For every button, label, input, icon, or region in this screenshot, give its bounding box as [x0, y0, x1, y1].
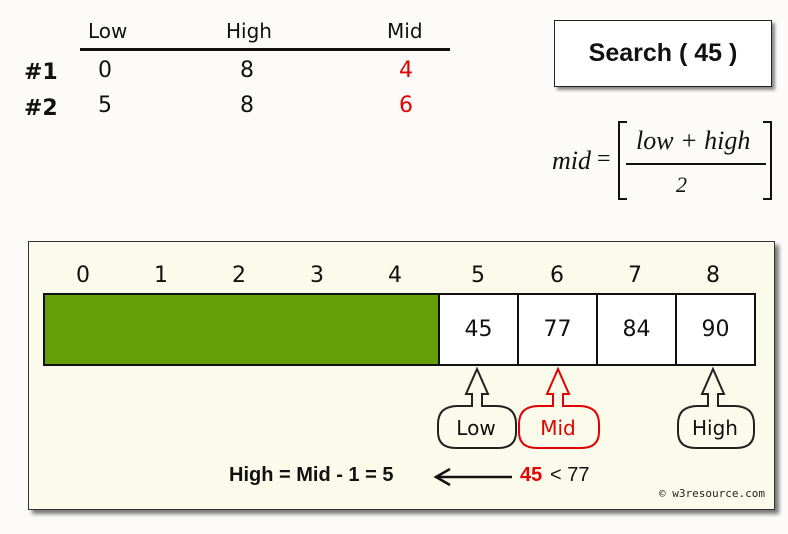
array-index: 7 — [628, 263, 642, 288]
array-cell: 77 — [517, 293, 598, 366]
search-target: 45 — [520, 464, 543, 486]
header-mid: Mid — [387, 19, 423, 43]
row1-low: 0 — [98, 58, 112, 83]
mid-pointer-label: Mid — [540, 416, 576, 440]
row2-high: 8 — [240, 93, 254, 118]
header-high: High — [226, 19, 272, 43]
step-result: High = Mid - 1 = 5 — [229, 464, 394, 486]
copyright: © w3resource.com — [659, 487, 765, 500]
formula-lhs: mid — [552, 146, 591, 175]
array-index: 6 — [550, 263, 564, 288]
array-index: 0 — [76, 263, 90, 288]
array-cell: 90 — [675, 293, 756, 366]
array-cell: 84 — [596, 293, 677, 366]
row2-mid: 6 — [399, 93, 413, 118]
array-index: 1 — [154, 263, 168, 288]
fraction-bar — [626, 163, 766, 165]
search-title-box: Search ( 45 ) — [554, 20, 772, 87]
floor-bracket-left — [618, 121, 627, 200]
low-pointer-label: Low — [456, 416, 496, 440]
row-label: #1 — [24, 60, 58, 85]
array-cell: 45 — [438, 293, 519, 366]
eliminated-range-block — [43, 293, 440, 366]
array-index: 8 — [706, 263, 720, 288]
row-label: #2 — [24, 96, 58, 121]
floor-bracket-right — [763, 121, 772, 200]
row1-high: 8 — [240, 58, 254, 83]
left-arrow-icon — [433, 467, 512, 487]
row1-mid: 4 — [399, 58, 413, 83]
array-index: 5 — [471, 263, 485, 288]
row2-low: 5 — [98, 93, 112, 118]
formula-denominator: 2 — [676, 172, 687, 197]
formula-equals: = — [597, 146, 611, 172]
header-low: Low — [88, 19, 128, 43]
formula-numerator: low + high — [636, 126, 751, 155]
comparison-text: < 77 — [550, 464, 590, 486]
high-pointer-label: High — [692, 416, 738, 440]
array-index: 3 — [310, 263, 324, 288]
array-index: 4 — [388, 263, 402, 288]
array-index: 2 — [232, 263, 246, 288]
table-header-divider — [80, 48, 450, 51]
